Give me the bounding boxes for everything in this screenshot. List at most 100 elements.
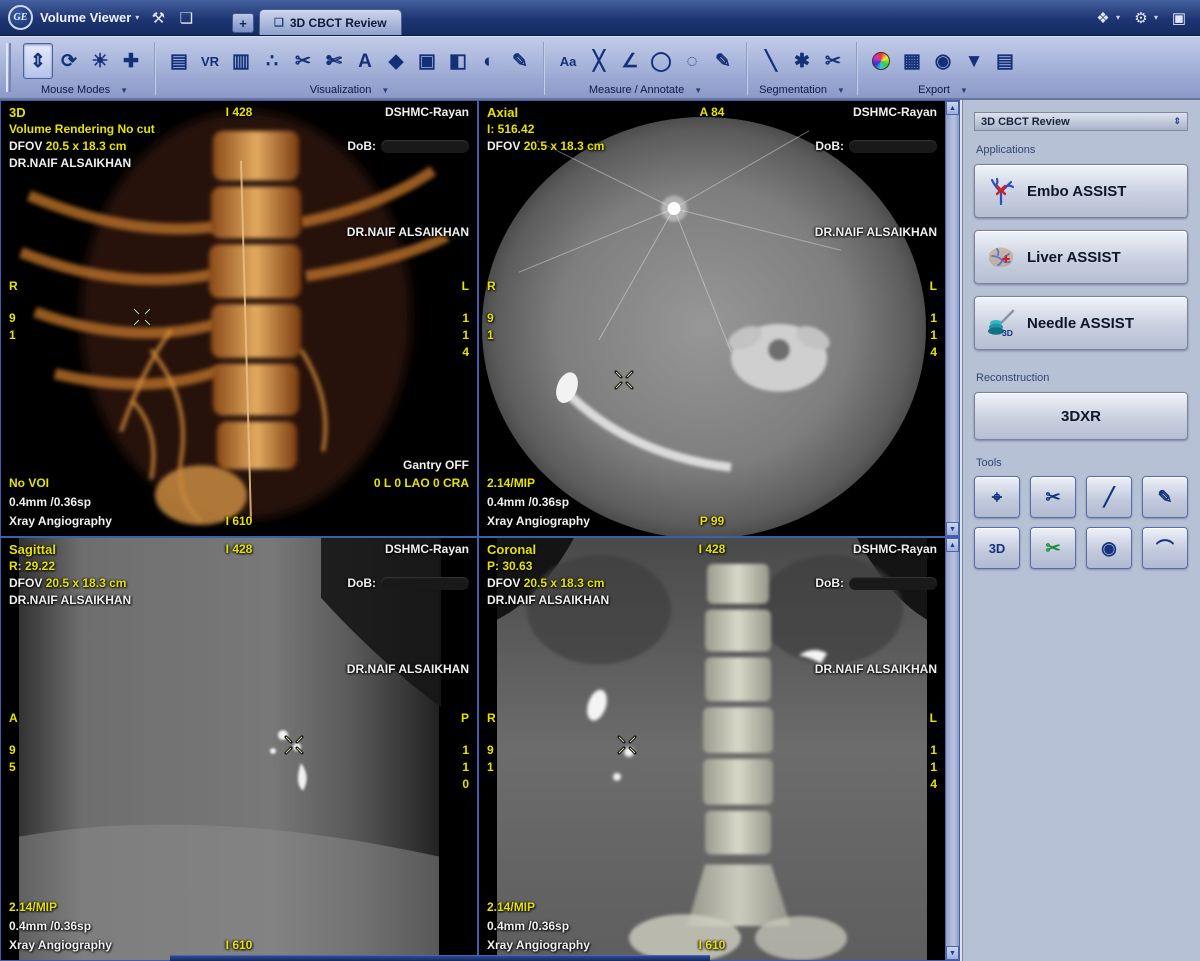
- scroll-down-button[interactable]: ▼: [946, 522, 959, 536]
- settings-gear-icon[interactable]: ⚙: [1128, 6, 1154, 30]
- scissors-segment-icon[interactable]: ✂: [818, 43, 848, 79]
- viewport-axial-image[interactable]: Axial A 84 DSHMC-Rayan I: 516.42 DFOV 20…: [479, 101, 945, 536]
- pen-tool-button[interactable]: ✎: [1142, 476, 1188, 518]
- embo-assist-icon: [985, 175, 1017, 207]
- diamond-view-icon[interactable]: ◆: [381, 43, 411, 79]
- crosshair-marker[interactable]: [613, 369, 635, 391]
- line-tool-button[interactable]: ╱: [1086, 476, 1132, 518]
- capture-window-icon[interactable]: ▣: [1166, 6, 1192, 30]
- auto-select-icon[interactable]: ✱: [787, 43, 817, 79]
- slab-icon[interactable]: ◧: [443, 43, 473, 79]
- horizontal-scrollbar[interactable]: [170, 955, 710, 961]
- needle-assist-label: Needle ASSIST: [1027, 314, 1134, 332]
- sphere-tool-button[interactable]: ◉: [1086, 527, 1132, 569]
- toolbar-group-label[interactable]: Measure / Annotate ▼: [553, 82, 738, 98]
- panel-scroll-icon[interactable]: ⇕: [1173, 116, 1181, 127]
- save-image-icon: ▼: [964, 50, 984, 72]
- freehand-roi-icon[interactable]: ◌: [677, 43, 707, 79]
- ellipse-roi-icon[interactable]: ◯: [646, 43, 676, 79]
- steps-icon[interactable]: ∴: [257, 43, 287, 79]
- seed-point-icon[interactable]: ╲: [756, 43, 786, 79]
- trajectory-tool-button[interactable]: ⌖: [974, 476, 1020, 518]
- viewport-sagittal[interactable]: Sagittal I 428 DSHMC-Rayan R: 29.22 DFOV…: [0, 537, 478, 961]
- rotate-mode-icon[interactable]: ⟳: [54, 43, 84, 79]
- svg-text:3D: 3D: [1002, 328, 1013, 338]
- needle-assist-button[interactable]: 3D Needle ASSIST: [974, 296, 1188, 350]
- viewport-coronal-image[interactable]: Coronal I 428 DSHMC-Rayan P: 30.63 DFOV …: [479, 538, 945, 960]
- axial-scrollbar[interactable]: ▲ ▼: [945, 101, 959, 536]
- print-icon[interactable]: ▤: [990, 43, 1020, 79]
- layout-icon[interactable]: ▤: [164, 43, 194, 79]
- curve-tool-button[interactable]: ⌒: [1142, 527, 1188, 569]
- cube-view-icon[interactable]: ▣: [412, 43, 442, 79]
- viewport-coronal[interactable]: Coronal I 428 DSHMC-Rayan P: 30.63 DFOV …: [478, 537, 960, 961]
- camera-capture-icon[interactable]: ◉: [928, 43, 958, 79]
- toolbar-group-label[interactable]: Segmentation ▼: [756, 82, 848, 98]
- viewport-sagittal-image[interactable]: Sagittal I 428 DSHMC-Rayan R: 29.22 DFOV…: [1, 538, 477, 960]
- group-dropdown-icon[interactable]: ▼: [120, 86, 128, 95]
- embo-assist-button[interactable]: Embo ASSIST: [974, 164, 1188, 218]
- applications-section-label: Applications: [976, 144, 1036, 156]
- copy-series-icon[interactable]: ▦: [897, 43, 927, 79]
- volume-rendering-icon: VR: [200, 53, 220, 69]
- scrollbar-track[interactable]: [946, 552, 959, 946]
- main-toolbar: ⇕ ⟳ ☀ ✚ Mouse Modes ▼ ▤ VR ▥ ∴ ✂ ✄ A ◆ ▣ ◧ ◐ ✎ Visualizati…: [0, 36, 1200, 100]
- sphere-tool-icon: ◉: [1101, 537, 1117, 558]
- export-image-icon[interactable]: ❏: [173, 6, 199, 30]
- scroll-down-button[interactable]: ▼: [946, 946, 959, 960]
- viewport-3d[interactable]: 3D I 428 DSHMC-Rayan Volume Rendering No…: [0, 100, 478, 537]
- cut-plane-right-icon[interactable]: ✄: [319, 43, 349, 79]
- color-wheel-icon[interactable]: [866, 43, 896, 79]
- green-scissors-tool-button[interactable]: ✂: [1030, 527, 1076, 569]
- new-tab-button[interactable]: +: [232, 13, 254, 33]
- display-monitor-icon[interactable]: ▥: [226, 43, 256, 79]
- sagittal-ct-image: [1, 538, 477, 960]
- coronal-scrollbar[interactable]: ▲ ▼: [945, 538, 959, 960]
- scrollbar-track[interactable]: [946, 115, 959, 522]
- measure-distance-icon[interactable]: ╳: [584, 43, 614, 79]
- measure-angle-icon[interactable]: ∠: [615, 43, 645, 79]
- displays-config-icon[interactable]: ❖: [1090, 6, 1116, 30]
- scroll-mode-icon[interactable]: ⇕: [23, 43, 53, 79]
- annotation-a-icon[interactable]: A: [350, 43, 380, 79]
- group-dropdown-icon[interactable]: ▼: [381, 86, 389, 95]
- toolbar-group-label[interactable]: Visualization ▼: [164, 82, 535, 98]
- toolbar-group-label[interactable]: Mouse Modes ▼: [23, 82, 146, 98]
- 3dxr-button[interactable]: 3DXR: [974, 392, 1188, 440]
- toolbar-group-label[interactable]: Export ▼: [866, 82, 1020, 98]
- crosshair-marker[interactable]: [131, 306, 153, 328]
- app-menu-caret-icon[interactable]: ▾: [135, 13, 139, 22]
- app-title[interactable]: Volume Viewer: [40, 10, 131, 25]
- viewport-axial[interactable]: Axial A 84 DSHMC-Rayan I: 516.42 DFOV 20…: [478, 100, 960, 537]
- displays-config-icon-caret[interactable]: ▾: [1116, 13, 1120, 22]
- copy-series-icon: ▦: [903, 50, 921, 72]
- scroll-up-button[interactable]: ▲: [946, 101, 959, 115]
- tab-3d-cbct-review[interactable]: ❏ 3D CBCT Review: [259, 9, 402, 35]
- annotate-pencil-icon[interactable]: ✎: [708, 43, 738, 79]
- crosshair-marker[interactable]: [616, 734, 638, 756]
- viewport-3d-image[interactable]: 3D I 428 DSHMC-Rayan Volume Rendering No…: [1, 101, 477, 536]
- window-level-mode-icon[interactable]: ☀: [85, 43, 115, 79]
- user-preferences-icon[interactable]: ⚒: [145, 6, 171, 30]
- cut-plane-left-icon[interactable]: ✂: [288, 43, 318, 79]
- cube-view-icon: ▣: [418, 50, 436, 72]
- toolbar-group-visualization: ▤ VR ▥ ∴ ✂ ✄ A ◆ ▣ ◧ ◐ ✎ Visualization ▼: [156, 39, 543, 98]
- sphere-cut-icon: ◐: [483, 50, 495, 72]
- text-annotation-icon[interactable]: Aa: [553, 43, 583, 79]
- 3d-stamp-tool-button[interactable]: 3D: [974, 527, 1020, 569]
- volume-rendering-icon[interactable]: VR: [195, 43, 225, 79]
- settings-gear-icon-caret[interactable]: ▾: [1154, 13, 1158, 22]
- group-dropdown-icon[interactable]: ▼: [837, 86, 845, 95]
- group-dropdown-icon[interactable]: ▼: [694, 86, 702, 95]
- cut-tool-button[interactable]: ✂: [1030, 476, 1076, 518]
- embo-assist-label: Embo ASSIST: [1027, 182, 1127, 200]
- toolbar-grip[interactable]: [6, 43, 11, 92]
- group-dropdown-icon[interactable]: ▼: [960, 86, 968, 95]
- paint-tool-icon[interactable]: ✎: [505, 43, 535, 79]
- crosshair-marker[interactable]: [283, 734, 305, 756]
- pan-mode-icon[interactable]: ✚: [116, 43, 146, 79]
- liver-assist-button[interactable]: Liver ASSIST: [974, 230, 1188, 284]
- sphere-cut-icon[interactable]: ◐: [474, 43, 504, 79]
- save-image-icon[interactable]: ▼: [959, 43, 989, 79]
- scroll-up-button[interactable]: ▲: [946, 538, 959, 552]
